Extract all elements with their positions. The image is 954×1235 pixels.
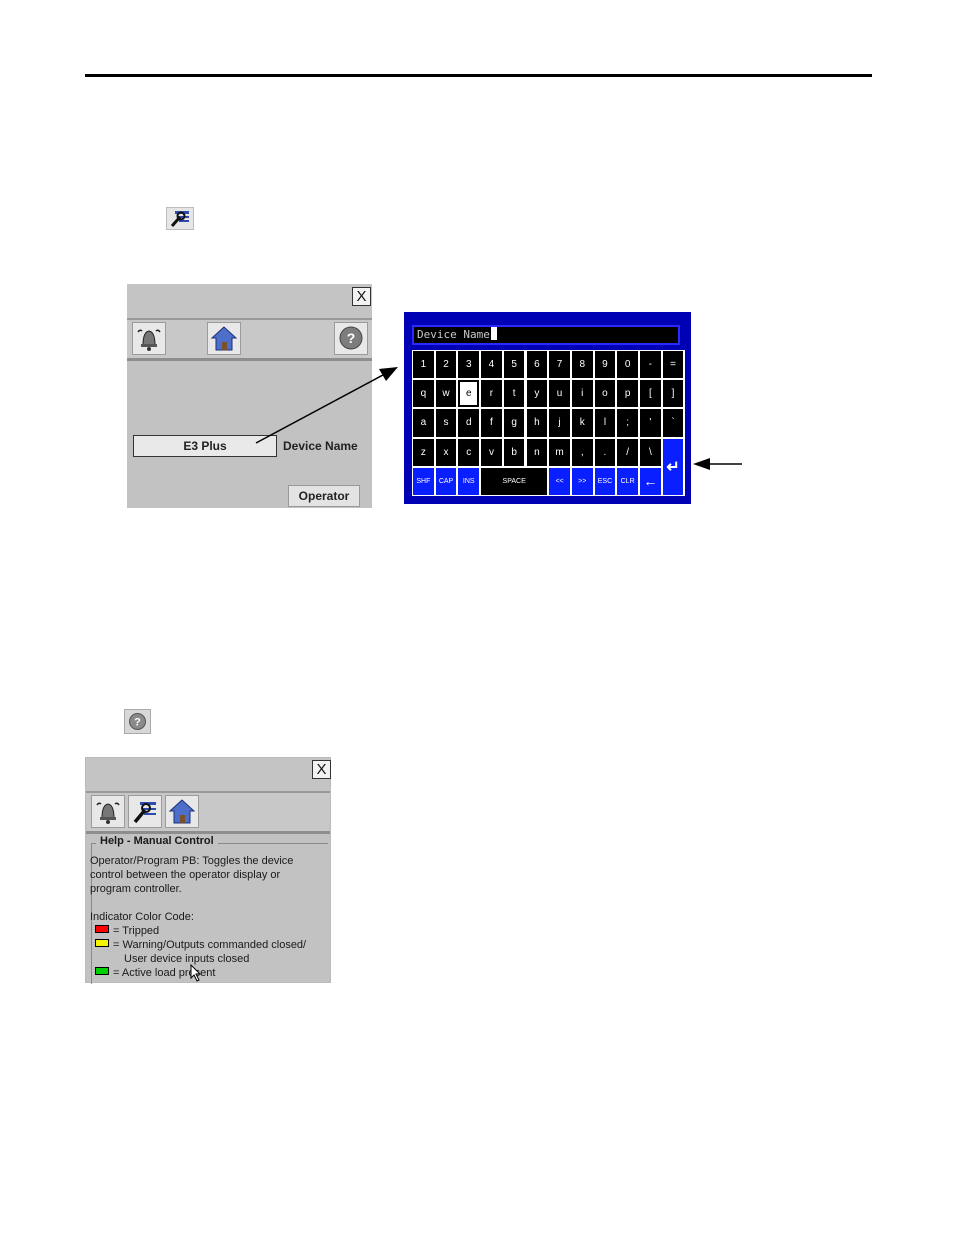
key-button[interactable]: i — [571, 380, 593, 408]
legend-warning: = Warning/Outputs commanded closed/ — [95, 939, 306, 951]
cursor-left-key[interactable]: << — [549, 467, 570, 495]
key-button[interactable]: l — [594, 409, 616, 437]
key-grid: 1 2 3 4 5 6 7 8 9 0- = q w e r t y u i o p[] a s d f g h j k l; ' ` z x c v… — [412, 350, 685, 496]
legend-warning-cont: User device inputs closed — [124, 953, 249, 965]
key-button[interactable]: 3 — [458, 351, 480, 379]
indicator-title: Indicator Color Code: — [90, 911, 194, 923]
caps-key[interactable]: CAP — [435, 467, 457, 495]
help-icon: ? — [124, 709, 151, 734]
title-bar: X — [86, 758, 331, 793]
cursor-right-key[interactable]: >> — [571, 467, 593, 495]
space-key[interactable]: SPACE — [481, 467, 548, 495]
key-button[interactable]: 4 — [481, 351, 502, 379]
key-button[interactable]: q — [413, 380, 434, 408]
key-button[interactable]: - — [640, 351, 661, 379]
home-button[interactable] — [165, 795, 199, 828]
key-button[interactable]: d — [458, 409, 480, 437]
key-button[interactable]: p — [617, 380, 638, 408]
legend-tripped: = Tripped — [95, 925, 159, 937]
help-line: program controller. — [90, 883, 182, 895]
key-button[interactable]: s — [435, 409, 457, 437]
help-line: control between the operator display or — [90, 869, 281, 881]
key-button[interactable]: g — [503, 409, 525, 437]
key-button[interactable]: 8 — [571, 351, 593, 379]
virtual-keyboard: Device Name 1 2 3 4 5 6 7 8 9 0- = q w e r t y u i o p[] a s d f… — [404, 312, 691, 504]
pointer-line — [255, 374, 384, 444]
key-button[interactable]: 2 — [435, 351, 457, 379]
key-button[interactable]: ] — [662, 380, 684, 408]
key-button[interactable]: o — [594, 380, 616, 408]
key-button[interactable]: / — [617, 438, 638, 466]
key-button[interactable]: u — [549, 380, 570, 408]
key-button[interactable]: , — [571, 438, 593, 466]
key-button[interactable]: ' — [640, 409, 661, 437]
key-button[interactable]: w — [435, 380, 457, 408]
callout-arrows — [255, 367, 742, 470]
yellow-swatch — [95, 939, 109, 947]
mouse-cursor-icon — [190, 964, 202, 982]
keyboard-input-text: Device Name — [417, 328, 490, 341]
key-button[interactable]: ; — [617, 409, 638, 437]
key-button[interactable]: m — [549, 438, 570, 466]
bell-icon — [96, 802, 120, 824]
key-button[interactable]: r — [481, 380, 502, 408]
help-line: Operator/Program PB: Toggles the device — [90, 855, 294, 867]
key-button[interactable]: 0 — [617, 351, 638, 379]
key-button[interactable]: b — [503, 438, 525, 466]
home-icon — [168, 799, 196, 824]
key-button[interactable]: c — [458, 438, 480, 466]
key-button[interactable]: \ — [640, 438, 661, 466]
help-title: Help - Manual Control — [96, 835, 218, 847]
enter-key[interactable]: ↵ — [662, 438, 684, 495]
alarm-button[interactable] — [91, 795, 125, 828]
svg-text:?: ? — [134, 717, 141, 729]
settings-button[interactable] — [128, 795, 162, 828]
backspace-key[interactable]: ← — [640, 467, 661, 495]
key-button[interactable]: f — [481, 409, 502, 437]
clear-key[interactable]: CLR — [617, 467, 638, 495]
key-button[interactable]: 7 — [549, 351, 570, 379]
key-button[interactable]: 6 — [526, 351, 548, 379]
legend-text: User device inputs closed — [124, 953, 250, 965]
insert-key[interactable]: INS — [458, 467, 480, 495]
close-button[interactable]: X — [312, 760, 331, 779]
help-description: Operator/Program PB: Toggles the device … — [90, 854, 293, 924]
key-button[interactable]: [ — [640, 380, 661, 408]
key-button[interactable]: k — [571, 409, 593, 437]
key-button[interactable]: 9 — [594, 351, 616, 379]
key-button[interactable]: 1 — [413, 351, 434, 379]
key-button[interactable]: n — [526, 438, 548, 466]
green-swatch — [95, 967, 109, 975]
key-button[interactable]: y — [526, 380, 548, 408]
keyboard-input[interactable]: Device Name — [412, 325, 680, 345]
red-swatch — [95, 925, 109, 933]
enter-pointer-arrowhead — [693, 458, 710, 470]
key-button[interactable]: a — [413, 409, 434, 437]
legend-text: = Tripped — [113, 925, 160, 937]
key-button[interactable]: j — [549, 409, 570, 437]
help-panel: X Help - Manual Control Operator/Program… — [85, 757, 331, 984]
key-button[interactable]: h — [526, 409, 548, 437]
text-caret — [490, 327, 497, 340]
key-button[interactable]: z — [413, 438, 434, 466]
key-button[interactable]: = — [662, 351, 684, 379]
key-button[interactable]: t — [503, 380, 525, 408]
key-button[interactable]: ` — [662, 409, 684, 437]
toolbar — [86, 793, 330, 834]
shift-key[interactable]: SHF — [413, 467, 434, 495]
key-button[interactable]: 5 — [503, 351, 525, 379]
legend-text: = Warning/Outputs commanded closed/ — [113, 939, 307, 951]
pointer-arrowhead — [379, 367, 398, 381]
wrench-icon — [133, 802, 156, 824]
key-button[interactable]: e — [458, 380, 480, 408]
key-button[interactable]: x — [435, 438, 457, 466]
key-button[interactable]: . — [594, 438, 616, 466]
key-button[interactable]: v — [481, 438, 502, 466]
escape-key[interactable]: ESC — [594, 467, 616, 495]
